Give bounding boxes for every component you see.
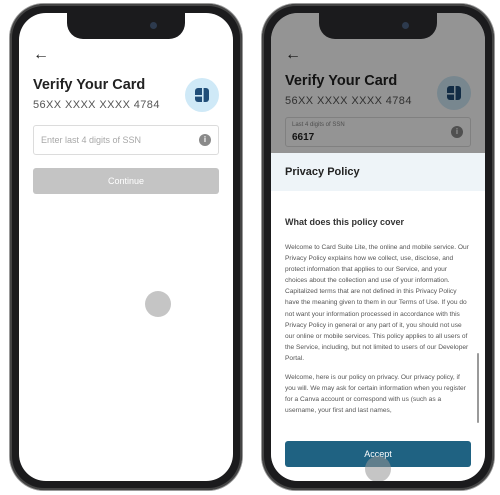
phone-notch <box>319 13 437 39</box>
policy-text[interactable]: Welcome to Card Suite Lite, the online a… <box>285 242 469 424</box>
policy-paragraph: Welcome, here is our policy on privacy. … <box>285 374 466 415</box>
phone-notch <box>67 13 185 39</box>
policy-paragraph: Welcome to Card Suite Lite, the online a… <box>285 244 469 362</box>
phone-frame-right: ← Verify Your Card 56XX XXXX XXXX 4784 L… <box>262 4 494 490</box>
camera-icon <box>150 22 157 29</box>
sheet-header: Privacy Policy <box>271 153 485 191</box>
scrollbar[interactable] <box>477 353 479 423</box>
touch-indicator <box>365 456 391 481</box>
page-title: Verify Your Card <box>33 77 146 93</box>
card-number: 56XX XXXX XXXX 4784 <box>33 99 160 111</box>
card-badge <box>185 78 219 112</box>
card-logo-icon <box>195 88 209 102</box>
screen-verify-card: ← Verify Your Card 56XX XXXX XXXX 4784 E… <box>19 13 233 481</box>
touch-indicator <box>145 291 171 317</box>
privacy-policy-sheet: Privacy Policy What does this policy cov… <box>271 153 485 481</box>
screen-privacy-policy: ← Verify Your Card 56XX XXXX XXXX 4784 L… <box>271 13 485 481</box>
ssn-input[interactable]: Enter last 4 digits of SSN i <box>33 125 219 155</box>
phone-frame-left: ← Verify Your Card 56XX XXXX XXXX 4784 E… <box>10 4 242 490</box>
ssn-placeholder: Enter last 4 digits of SSN <box>41 135 142 145</box>
continue-button[interactable]: Continue <box>33 168 219 194</box>
policy-heading: What does this policy cover <box>285 217 405 227</box>
camera-icon <box>402 22 409 29</box>
sheet-title: Privacy Policy <box>285 166 360 178</box>
back-arrow-icon[interactable]: ← <box>33 47 49 63</box>
info-icon[interactable]: i <box>199 134 211 146</box>
